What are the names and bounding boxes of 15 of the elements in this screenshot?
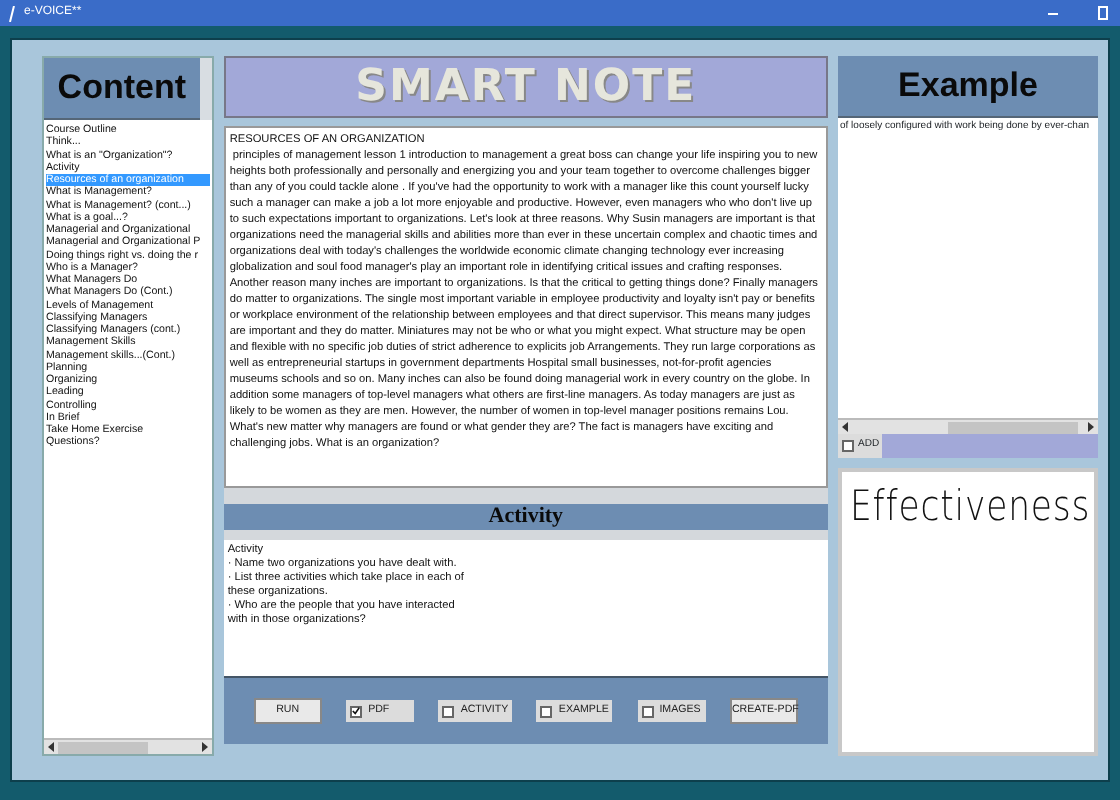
scrollbar[interactable] bbox=[44, 738, 212, 754]
check-icon bbox=[352, 706, 361, 716]
scrollbar[interactable] bbox=[838, 418, 1098, 434]
panel-title: Content bbox=[57, 66, 187, 111]
scroll-right-icon[interactable] bbox=[199, 742, 210, 752]
section-title: Activity bbox=[488, 502, 564, 533]
note-text-area[interactable] bbox=[223, 126, 828, 488]
handwritten-text: Effectiveness bbox=[850, 480, 1091, 534]
panel-title: Example bbox=[898, 64, 1038, 109]
app-title: SMART NOTE bbox=[355, 60, 697, 116]
drawing-canvas[interactable]: Effectiveness bbox=[838, 468, 1098, 756]
scroll-left-icon[interactable] bbox=[46, 742, 56, 752]
maximize-icon[interactable] bbox=[1094, 4, 1112, 22]
activity-text-area[interactable] bbox=[223, 540, 828, 676]
app-icon bbox=[8, 5, 16, 21]
